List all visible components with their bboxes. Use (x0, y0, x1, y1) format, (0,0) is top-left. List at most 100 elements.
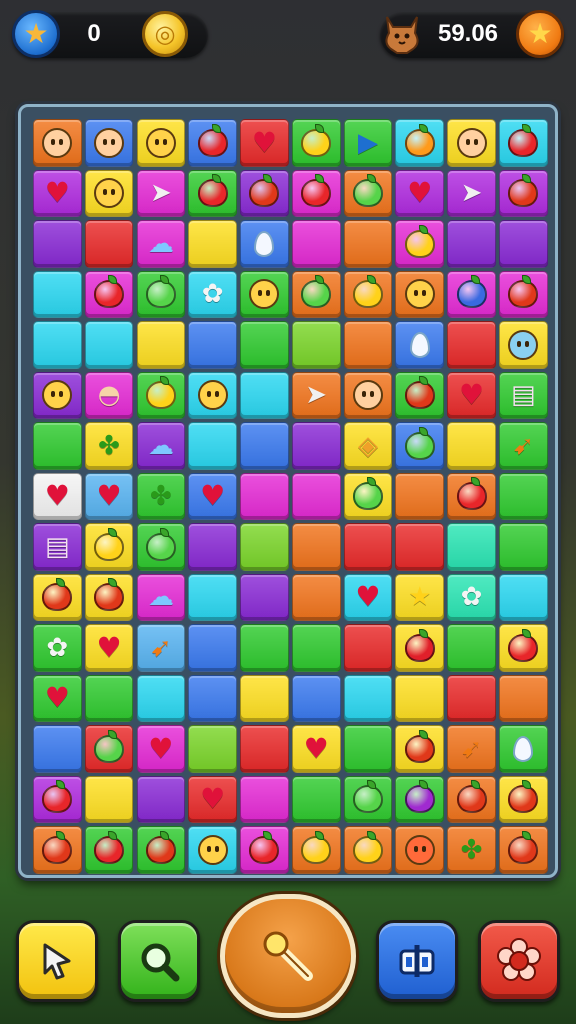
tile-2-4[interactable] (240, 220, 289, 268)
tile-13-6[interactable] (343, 775, 393, 823)
tile-7-1[interactable]: ♥ (84, 472, 134, 520)
tile-10-8[interactable] (447, 624, 496, 672)
tile-6-8[interactable] (447, 422, 496, 470)
tile-8-5[interactable] (291, 523, 341, 571)
tile-12-7[interactable] (395, 725, 445, 773)
tile-11-3[interactable] (188, 674, 237, 722)
tile-0-4[interactable]: ♥ (240, 119, 289, 167)
tile-0-1[interactable] (84, 119, 134, 167)
tile-7-5[interactable] (291, 472, 341, 520)
tile-1-5[interactable] (291, 169, 341, 217)
tile-14-3[interactable] (188, 826, 237, 874)
shuffle-button[interactable] (376, 920, 458, 1002)
tile-1-1[interactable] (84, 169, 134, 217)
tile-11-4[interactable] (240, 674, 289, 722)
tile-9-6[interactable]: ♥ (343, 573, 393, 621)
tile-13-2[interactable] (136, 775, 186, 823)
tile-12-8[interactable]: ➹ (447, 725, 496, 773)
tile-9-1[interactable] (84, 573, 134, 621)
tile-5-7[interactable] (395, 371, 445, 419)
tile-2-2[interactable]: ☁ (136, 220, 186, 268)
tile-12-9[interactable] (499, 725, 548, 773)
tile-1-4[interactable] (240, 169, 289, 217)
tile-1-7[interactable]: ♥ (395, 169, 445, 217)
tile-14-8[interactable]: ✤ (447, 826, 496, 874)
tile-3-7[interactable] (395, 270, 445, 318)
tile-13-3[interactable]: ♥ (188, 775, 237, 823)
tile-11-8[interactable] (447, 674, 496, 722)
tile-3-1[interactable] (84, 270, 134, 318)
tile-9-9[interactable] (499, 573, 548, 621)
tile-7-2[interactable]: ✤ (136, 472, 186, 520)
tile-8-4[interactable] (240, 523, 289, 571)
tile-12-5[interactable]: ♥ (291, 725, 341, 773)
tile-9-7[interactable]: ★ (395, 573, 445, 621)
tile-14-1[interactable] (84, 826, 134, 874)
tile-13-0[interactable] (33, 775, 82, 823)
tile-7-7[interactable] (395, 472, 445, 520)
tile-1-3[interactable] (188, 169, 237, 217)
tile-4-2[interactable] (136, 321, 186, 369)
tile-9-4[interactable] (240, 573, 289, 621)
tile-5-2[interactable] (136, 371, 186, 419)
pointer-button[interactable] (16, 920, 98, 1002)
tile-10-5[interactable] (291, 624, 341, 672)
tile-10-9[interactable] (499, 624, 548, 672)
tile-8-9[interactable] (499, 523, 548, 571)
tile-10-6[interactable] (343, 624, 393, 672)
tile-14-6[interactable] (343, 826, 393, 874)
tile-11-2[interactable] (136, 674, 186, 722)
tile-4-3[interactable] (188, 321, 237, 369)
tile-7-4[interactable] (240, 472, 289, 520)
tile-13-7[interactable] (395, 775, 445, 823)
tile-11-5[interactable] (291, 674, 341, 722)
tile-3-9[interactable] (499, 270, 548, 318)
tile-2-9[interactable] (499, 220, 548, 268)
tile-0-7[interactable] (395, 119, 445, 167)
tile-6-2[interactable]: ☁ (136, 422, 186, 470)
tile-5-0[interactable] (33, 371, 82, 419)
tile-5-9[interactable]: ▤ (499, 371, 548, 419)
tile-7-3[interactable]: ♥ (188, 472, 237, 520)
tile-2-8[interactable] (447, 220, 496, 268)
tile-1-6[interactable] (343, 169, 393, 217)
tile-0-8[interactable] (447, 119, 496, 167)
tile-8-7[interactable] (395, 523, 445, 571)
tile-10-7[interactable] (395, 624, 445, 672)
tile-5-5[interactable]: ➤ (291, 371, 341, 419)
tile-8-2[interactable] (136, 523, 186, 571)
search-button[interactable] (118, 920, 200, 1002)
tile-10-2[interactable]: ➹ (136, 624, 186, 672)
tile-10-3[interactable] (188, 624, 237, 672)
tile-1-8[interactable]: ➤ (447, 169, 496, 217)
star-icon[interactable]: ★ (12, 10, 60, 58)
tile-13-1[interactable] (84, 775, 134, 823)
tile-5-6[interactable] (343, 371, 393, 419)
tile-5-4[interactable] (240, 371, 289, 419)
tile-0-3[interactable] (188, 119, 237, 167)
tile-6-4[interactable] (240, 422, 289, 470)
settings-button[interactable] (478, 920, 560, 1002)
tile-14-4[interactable] (240, 826, 289, 874)
tile-4-8[interactable] (447, 321, 496, 369)
tile-11-6[interactable] (343, 674, 393, 722)
tile-9-3[interactable] (188, 573, 237, 621)
tile-4-1[interactable] (84, 321, 134, 369)
tile-9-2[interactable]: ☁ (136, 573, 186, 621)
tile-0-9[interactable] (499, 119, 548, 167)
hint-button[interactable] (220, 894, 356, 1018)
tile-7-8[interactable] (447, 472, 496, 520)
tile-4-5[interactable] (291, 321, 341, 369)
tile-12-6[interactable] (343, 725, 393, 773)
tile-3-6[interactable] (343, 270, 393, 318)
tile-2-0[interactable] (33, 220, 82, 268)
tile-12-0[interactable] (33, 725, 82, 773)
tile-11-1[interactable] (84, 674, 134, 722)
tile-6-7[interactable] (395, 422, 445, 470)
gold-coin-icon[interactable]: ◎ (142, 11, 188, 57)
tile-14-0[interactable] (33, 826, 82, 874)
tile-12-2[interactable]: ♥ (136, 725, 186, 773)
tile-11-9[interactable] (499, 674, 548, 722)
tile-11-7[interactable] (395, 674, 445, 722)
tile-9-0[interactable] (33, 573, 82, 621)
